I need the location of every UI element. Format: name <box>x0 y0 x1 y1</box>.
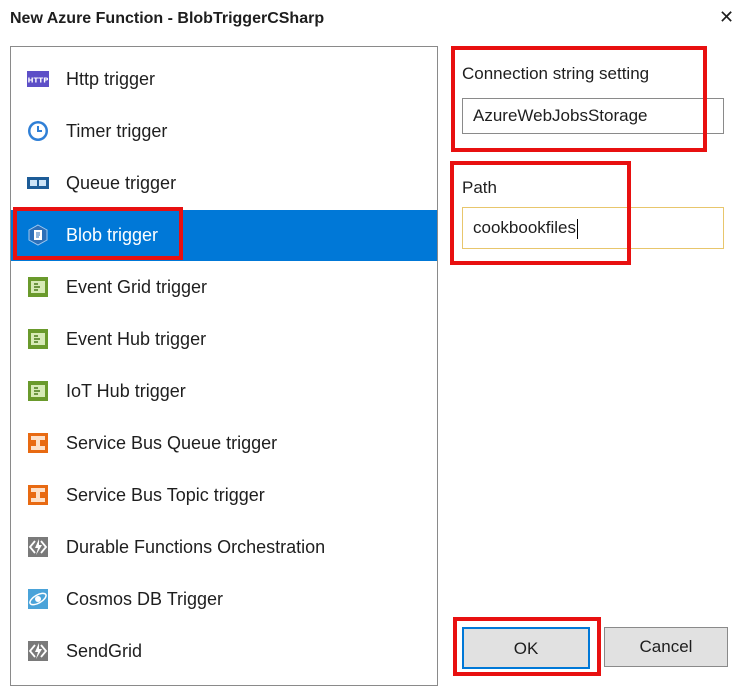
close-icon[interactable]: ✕ <box>719 7 734 28</box>
template-item-event-hub[interactable]: Event Hub trigger <box>11 314 437 365</box>
ok-button[interactable]: OK <box>462 627 590 669</box>
template-item-iot-hub[interactable]: IoT Hub trigger <box>11 366 437 417</box>
template-label: Event Hub trigger <box>66 329 207 349</box>
template-item-event-grid[interactable]: Event Grid trigger <box>11 262 437 313</box>
template-item-durable-functions[interactable]: Durable Functions Orchestration <box>11 522 437 573</box>
connection-string-label: Connection string setting <box>462 64 650 83</box>
path-label: Path <box>462 178 497 197</box>
template-label: IoT Hub trigger <box>66 381 186 401</box>
dialog-title: New Azure Function - BlobTriggerCSharp <box>10 10 325 27</box>
cosmos-db-icon <box>28 589 48 609</box>
iot-hub-icon <box>28 381 48 401</box>
event-hub-icon <box>28 329 48 349</box>
clock-icon <box>28 121 48 141</box>
queue-icon <box>27 177 49 189</box>
service-bus-icon <box>28 485 48 505</box>
path-input[interactable]: cookbookfiles <box>462 207 724 249</box>
connection-string-value: AzureWebJobsStorage <box>473 106 648 125</box>
template-label: SendGrid <box>66 641 143 661</box>
template-item-sendgrid[interactable]: SendGrid <box>11 626 437 677</box>
event-grid-icon <box>28 277 48 297</box>
template-item-service-bus-queue[interactable]: Service Bus Queue trigger <box>11 418 437 469</box>
template-item-service-bus-topic[interactable]: Service Bus Topic trigger <box>11 470 437 521</box>
function-icon <box>28 537 48 557</box>
service-bus-icon <box>28 433 48 453</box>
template-label: Queue trigger <box>66 173 177 193</box>
template-label: Http trigger <box>66 69 156 89</box>
template-label: Event Grid trigger <box>66 277 208 297</box>
template-label: Blob trigger <box>66 225 159 245</box>
svg-text:HTTP: HTTP <box>28 77 49 85</box>
template-item-blob[interactable]: Blob trigger <box>11 210 437 261</box>
template-item-http[interactable]: HTTP Http trigger <box>11 54 437 105</box>
http-icon: HTTP <box>27 71 49 87</box>
template-item-queue[interactable]: Queue trigger <box>11 158 437 209</box>
template-label: Service Bus Queue trigger <box>66 433 278 453</box>
blob-icon <box>28 224 48 246</box>
template-label: Cosmos DB Trigger <box>66 589 224 609</box>
text-caret <box>577 218 579 239</box>
template-item-cosmos-db[interactable]: Cosmos DB Trigger <box>11 574 437 625</box>
template-label: Timer trigger <box>66 121 168 141</box>
function-icon <box>28 641 48 661</box>
template-label: Durable Functions Orchestration <box>66 537 326 557</box>
cancel-button[interactable]: Cancel <box>604 627 728 667</box>
template-item-timer[interactable]: Timer trigger <box>11 106 437 157</box>
template-list[interactable]: HTTP Http trigger Timer trigger Queue tr… <box>10 46 438 686</box>
template-label: Service Bus Topic trigger <box>66 485 265 505</box>
path-value: cookbookfiles <box>473 218 577 237</box>
connection-string-input[interactable]: AzureWebJobsStorage <box>462 98 724 134</box>
